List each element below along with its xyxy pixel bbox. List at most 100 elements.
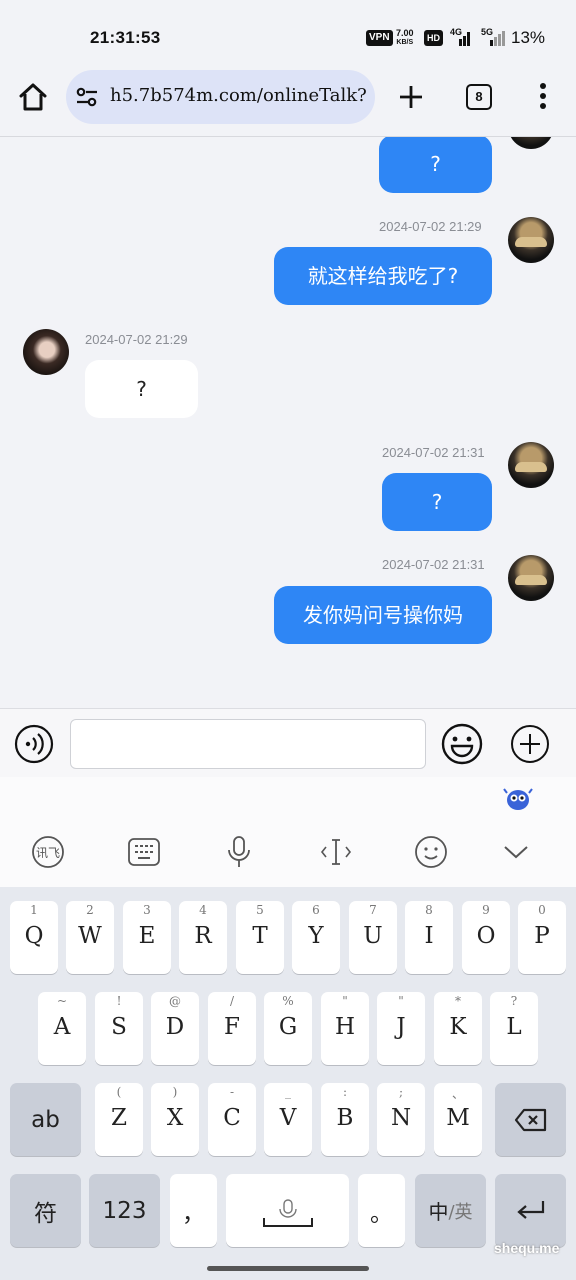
message-bubble[interactable]: ? (382, 473, 492, 531)
key-s[interactable]: ! S (95, 992, 143, 1065)
key-j[interactable]: " J (377, 992, 425, 1065)
message-bubble[interactable]: 发你妈问号操你妈 (274, 586, 492, 644)
key-hint: : (342, 1085, 348, 1099)
tab-switcher-button[interactable]: 8 (466, 84, 492, 110)
key-a[interactable]: ~ A (38, 992, 86, 1065)
key-label: R (194, 923, 212, 949)
key-x[interactable]: ) X (151, 1083, 199, 1156)
svg-text:讯飞: 讯飞 (36, 846, 60, 860)
enter-icon (517, 1201, 545, 1219)
key-q[interactable]: 1Q (10, 901, 58, 974)
soft-keyboard: 1Q 2W 3E 4R 5T 6Y 7U 8I 9O 0P ~ A ! S @ D /… (0, 887, 576, 1280)
key-hint: 、 (451, 1087, 464, 1101)
home-icon[interactable] (18, 82, 48, 112)
message-bubble[interactable]: ? (379, 137, 492, 193)
key-label: T (252, 923, 268, 949)
key-ab-mode[interactable]: ab (10, 1083, 81, 1156)
message-input[interactable] (70, 719, 426, 769)
key-e[interactable]: 3E (123, 901, 171, 974)
my-avatar[interactable] (508, 137, 554, 149)
key-hint: ! (116, 994, 122, 1008)
mic-icon[interactable] (226, 835, 252, 869)
key-language-switch[interactable]: 中/英 (415, 1174, 486, 1247)
cursor-icon[interactable] (319, 837, 353, 867)
key-label: M (446, 1105, 470, 1131)
message-timestamp: 2024-07-02 21:29 (85, 332, 188, 347)
key-hint: 3 (143, 903, 151, 917)
key-n[interactable]: ; N (377, 1083, 425, 1156)
key-label: U (363, 923, 383, 949)
message-timestamp: 2024-07-02 21:31 (382, 557, 485, 572)
key-z[interactable]: (Z (95, 1083, 143, 1156)
assistant-mascot-icon[interactable] (503, 785, 533, 813)
keyboard-toolbar: 讯飞 (0, 777, 576, 887)
key-label: O (476, 923, 496, 949)
message-bubble[interactable]: ? (85, 360, 198, 418)
url-text[interactable]: h5.7b574m.com/onlineTalk? (110, 85, 367, 106)
address-bar[interactable]: h5.7b574m.com/onlineTalk? (66, 70, 375, 124)
key-p[interactable]: 0P (518, 901, 566, 974)
key-w[interactable]: 2W (66, 901, 114, 974)
key-o[interactable]: 9O (462, 901, 510, 974)
watermark: shequ.me (494, 1240, 560, 1256)
message-bubble[interactable]: 就这样给我吃了? (274, 247, 492, 305)
site-settings-icon[interactable] (76, 86, 98, 108)
lang-main-label: 中 (428, 1200, 449, 1224)
key-m[interactable]: 、 M (434, 1083, 482, 1156)
my-avatar[interactable] (508, 555, 554, 601)
key-label: G (278, 1014, 298, 1040)
more-menu-icon[interactable] (537, 82, 549, 110)
keyboard-icon[interactable] (127, 837, 161, 867)
contact-avatar[interactable] (23, 329, 69, 375)
key-enter[interactable] (495, 1174, 566, 1247)
key-comma[interactable]: ， (170, 1174, 217, 1247)
key-k[interactable]: * K (434, 992, 482, 1065)
key-label: L (506, 1014, 522, 1040)
emoji-icon[interactable] (414, 835, 448, 869)
collapse-icon[interactable] (502, 843, 530, 861)
key-symbols[interactable]: 符 (10, 1174, 81, 1247)
key-i[interactable]: 8I (405, 901, 453, 974)
key-label: E (138, 923, 156, 949)
key-g[interactable]: % G (264, 992, 312, 1065)
ifly-icon[interactable]: 讯飞 (31, 835, 65, 869)
my-avatar[interactable] (508, 217, 554, 263)
key-numbers[interactable]: 123 (89, 1174, 160, 1247)
key-c[interactable]: -C (208, 1083, 256, 1156)
key-hint: 5 (256, 903, 264, 917)
emoji-icon[interactable] (441, 723, 483, 765)
key-h[interactable]: " H (321, 992, 369, 1065)
key-t[interactable]: 5T (236, 901, 284, 974)
signal-icon (459, 32, 470, 46)
key-label: S (111, 1014, 127, 1040)
clock: 21:31:53 (90, 28, 161, 47)
voice-icon[interactable] (14, 724, 54, 764)
key-period[interactable]: 。 (358, 1174, 405, 1247)
key-b[interactable]: :B (321, 1083, 369, 1156)
home-indicator[interactable] (207, 1266, 369, 1271)
key-d[interactable]: @ D (151, 992, 199, 1065)
key-v[interactable]: _ V (264, 1083, 312, 1156)
key-f[interactable]: / F (208, 992, 256, 1065)
space-voice-icon (263, 1199, 313, 1227)
key-hint: ) (172, 1085, 178, 1099)
key-label: P (534, 923, 550, 949)
key-hint: 1 (30, 903, 38, 917)
plus-icon[interactable] (510, 724, 550, 764)
key-label: H (334, 1014, 356, 1040)
key-r[interactable]: 4R (179, 901, 227, 974)
key-label: A (53, 1014, 71, 1040)
my-avatar[interactable] (508, 442, 554, 488)
chat-input-bar (0, 708, 576, 778)
key-space[interactable] (226, 1174, 349, 1247)
key-label: ab (31, 1106, 60, 1133)
key-l[interactable]: ? L (490, 992, 538, 1065)
backspace-icon (514, 1108, 547, 1132)
new-tab-icon[interactable] (398, 84, 424, 110)
chat-messages[interactable]: ? 2024-07-02 21:29 就这样给我吃了? 2024-07-02 2… (0, 137, 576, 707)
key-y[interactable]: 6Y (292, 901, 340, 974)
key-hint: " (342, 994, 348, 1008)
key-u[interactable]: 7U (349, 901, 397, 974)
key-hint: 9 (482, 903, 490, 917)
key-backspace[interactable] (495, 1083, 566, 1156)
